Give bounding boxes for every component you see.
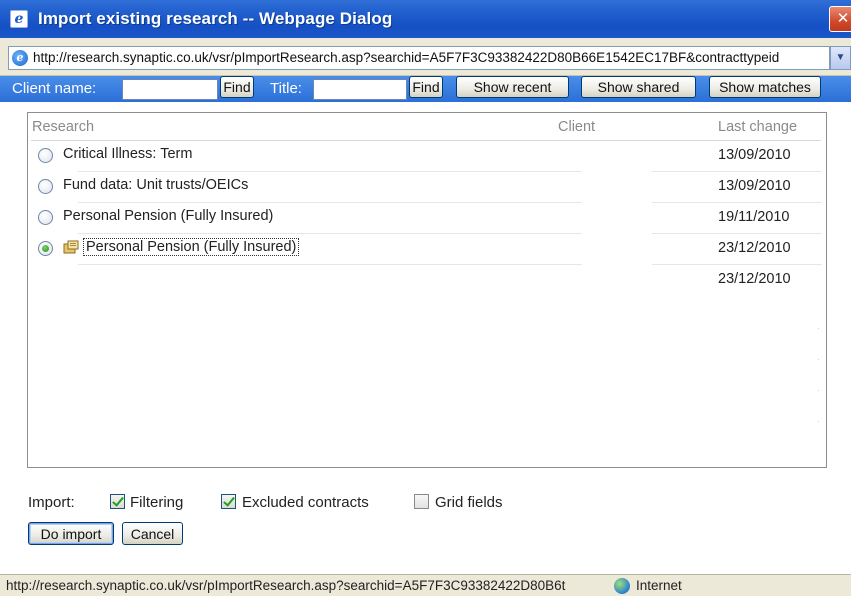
ie-page-icon: e (12, 50, 28, 66)
grid-fields-checkbox[interactable] (414, 494, 429, 509)
status-bar: http://research.synaptic.co.uk/vsr/pImpo… (0, 574, 851, 596)
show-matches-button[interactable]: Show matches (709, 76, 821, 98)
address-bar: e http://research.synaptic.co.uk/vsr/pIm… (0, 38, 851, 76)
last-change-date: 13/09/2010 (718, 147, 791, 163)
list-item[interactable]: Critical Illness: Term 13/09/2010 (28, 141, 826, 172)
list-item-selected[interactable]: Personal Pension (Fully Insured) 23/12/2… (28, 234, 826, 265)
last-change-date: 23/12/2010 (718, 240, 791, 256)
research-list: Research Client Last change Critical Ill… (27, 112, 827, 468)
chevron-down-icon[interactable]: ▼ (830, 46, 851, 70)
column-header-last-change: Last change (718, 119, 798, 135)
filter-toolbar: Client name: Find Title: Find Show recen… (0, 76, 851, 102)
grid-fields-label[interactable]: Grid fields (435, 494, 503, 511)
research-name: Personal Pension (Fully Insured) (83, 238, 300, 256)
excluded-contracts-label[interactable]: Excluded contracts (242, 494, 369, 511)
find-title-button[interactable]: Find (409, 76, 443, 98)
grid-dot (818, 390, 819, 391)
show-shared-button[interactable]: Show shared (581, 76, 696, 98)
address-url: http://research.synaptic.co.uk/vsr/pImpo… (33, 50, 780, 65)
close-button[interactable]: ✕ (829, 6, 851, 32)
list-item: 23/12/2010 (28, 265, 826, 296)
column-header-research: Research (32, 119, 95, 135)
row-radio[interactable] (38, 210, 53, 225)
last-change-date: 13/09/2010 (718, 178, 791, 194)
research-name: Fund data: Unit trusts/OEICs (63, 177, 249, 193)
row-radio-checked[interactable] (38, 241, 53, 256)
grid-dot (818, 421, 819, 422)
import-label: Import: (28, 494, 75, 511)
grid-dot (818, 359, 819, 360)
research-name: Critical Illness: Term (63, 146, 193, 162)
client-name-input[interactable] (122, 79, 218, 100)
show-recent-button[interactable]: Show recent (456, 76, 569, 98)
globe-icon (614, 578, 630, 594)
client-name-label: Client name: (12, 80, 97, 97)
list-item[interactable]: Personal Pension (Fully Insured) 19/11/2… (28, 203, 826, 234)
shared-research-icon (63, 240, 79, 254)
excluded-contracts-checkbox[interactable] (221, 494, 236, 509)
title-input[interactable] (313, 79, 407, 100)
row-radio[interactable] (38, 148, 53, 163)
address-field[interactable]: e http://research.synaptic.co.uk/vsr/pIm… (8, 46, 830, 70)
row-radio[interactable] (38, 179, 53, 194)
ie-app-icon: e (10, 10, 28, 28)
filtering-label[interactable]: Filtering (130, 494, 183, 511)
security-zone: Internet (636, 578, 682, 593)
filtering-checkbox[interactable] (110, 494, 125, 509)
status-url: http://research.synaptic.co.uk/vsr/pImpo… (6, 578, 566, 593)
last-change-date: 23/12/2010 (718, 271, 791, 287)
cancel-button[interactable]: Cancel (122, 522, 183, 545)
find-client-button[interactable]: Find (220, 76, 254, 98)
list-item[interactable]: Fund data: Unit trusts/OEICs 13/09/2010 (28, 172, 826, 203)
title-label: Title: (270, 80, 302, 97)
do-import-button[interactable]: Do import (28, 522, 114, 545)
research-name: Personal Pension (Fully Insured) (63, 208, 274, 224)
column-header-client: Client (558, 119, 596, 135)
title-bar: e Import existing research -- Webpage Di… (0, 0, 851, 38)
last-change-date: 19/11/2010 (718, 209, 790, 225)
window-title: Import existing research -- Webpage Dial… (38, 9, 393, 28)
grid-dot (818, 328, 819, 329)
